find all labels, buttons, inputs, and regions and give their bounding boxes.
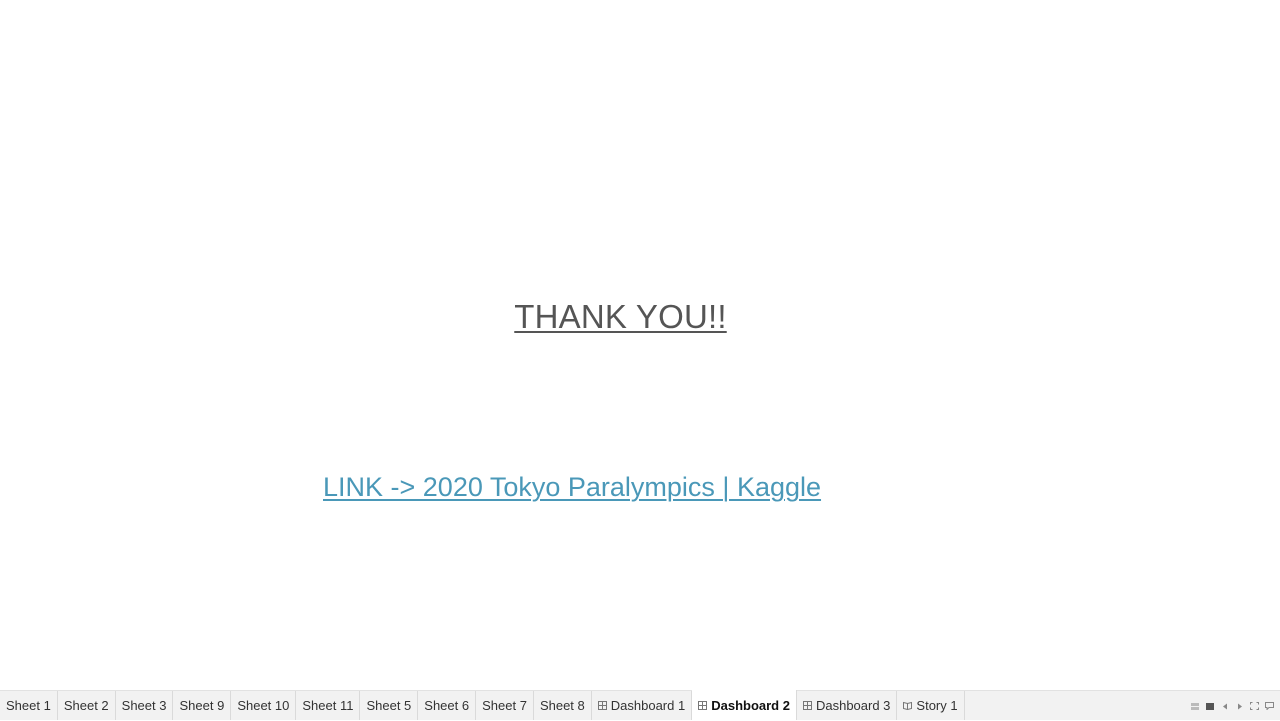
tab-sheet-1[interactable]: Sheet 1 xyxy=(0,691,58,720)
previous-sheet-icon[interactable] xyxy=(1220,702,1229,711)
kaggle-link[interactable]: LINK -> 2020 Tokyo Paralympics | Kaggle xyxy=(323,468,821,506)
dashboard-icon xyxy=(698,700,708,710)
tab-label: Story 1 xyxy=(916,698,958,713)
tab-label: Sheet 7 xyxy=(482,698,527,713)
show-tabs-icon[interactable] xyxy=(1205,702,1214,711)
tab-sheet-10[interactable]: Sheet 10 xyxy=(231,691,297,720)
tab-sheet-9[interactable]: Sheet 9 xyxy=(173,691,232,720)
thank-you-heading: THANK YOU!! xyxy=(514,298,727,335)
tab-bar-controls xyxy=(1190,691,1274,721)
tab-label: Sheet 6 xyxy=(424,698,470,713)
tab-sheet-7[interactable]: Sheet 7 xyxy=(476,691,534,720)
tab-label: Sheet 11 xyxy=(302,698,354,713)
presentation-mode-icon[interactable] xyxy=(1250,702,1259,711)
tab-label: Sheet 1 xyxy=(6,698,51,713)
tab-dashboard-3[interactable]: Dashboard 3 xyxy=(797,691,898,720)
tab-label: Dashboard 2 xyxy=(711,697,790,713)
dashboard-icon xyxy=(597,701,607,710)
dashboard-icon xyxy=(802,701,812,710)
tab-label: Sheet 9 xyxy=(179,698,225,713)
comment-icon[interactable] xyxy=(1265,702,1274,711)
tab-label: Sheet 8 xyxy=(539,698,585,713)
tab-label: Dashboard 1 xyxy=(610,698,686,713)
tab-story-1[interactable]: Story 1 xyxy=(897,691,965,720)
tab-dashboard-2[interactable]: Dashboard 2 xyxy=(692,690,797,720)
tab-sheet-8[interactable]: Sheet 8 xyxy=(534,691,592,720)
tab-sheet-3[interactable]: Sheet 3 xyxy=(116,691,174,720)
story-icon xyxy=(903,701,913,710)
dashboard-canvas: THANK YOU!! LINK -> 2020 Tokyo Paralympi… xyxy=(0,0,1280,690)
tab-sheet-11[interactable]: Sheet 11 xyxy=(296,691,361,720)
tab-label: Sheet 5 xyxy=(366,698,412,713)
tab-label: Sheet 2 xyxy=(63,698,109,713)
tab-sheet-2[interactable]: Sheet 2 xyxy=(58,691,116,720)
next-sheet-icon[interactable] xyxy=(1235,702,1244,711)
show-filmstrip-icon[interactable] xyxy=(1190,702,1199,711)
tab-dashboard-1[interactable]: Dashboard 1 xyxy=(592,691,693,720)
tab-sheet-6[interactable]: Sheet 6 xyxy=(418,691,477,720)
tab-label: Sheet 10 xyxy=(237,698,290,713)
tab-sheet-5[interactable]: Sheet 5 xyxy=(360,691,419,720)
tab-label: Dashboard 3 xyxy=(815,698,891,713)
tab-label: Sheet 3 xyxy=(121,698,167,713)
sheet-tab-bar: Sheet 1 Sheet 2 Sheet 3 Sheet 9 Sheet 10… xyxy=(0,690,1280,720)
